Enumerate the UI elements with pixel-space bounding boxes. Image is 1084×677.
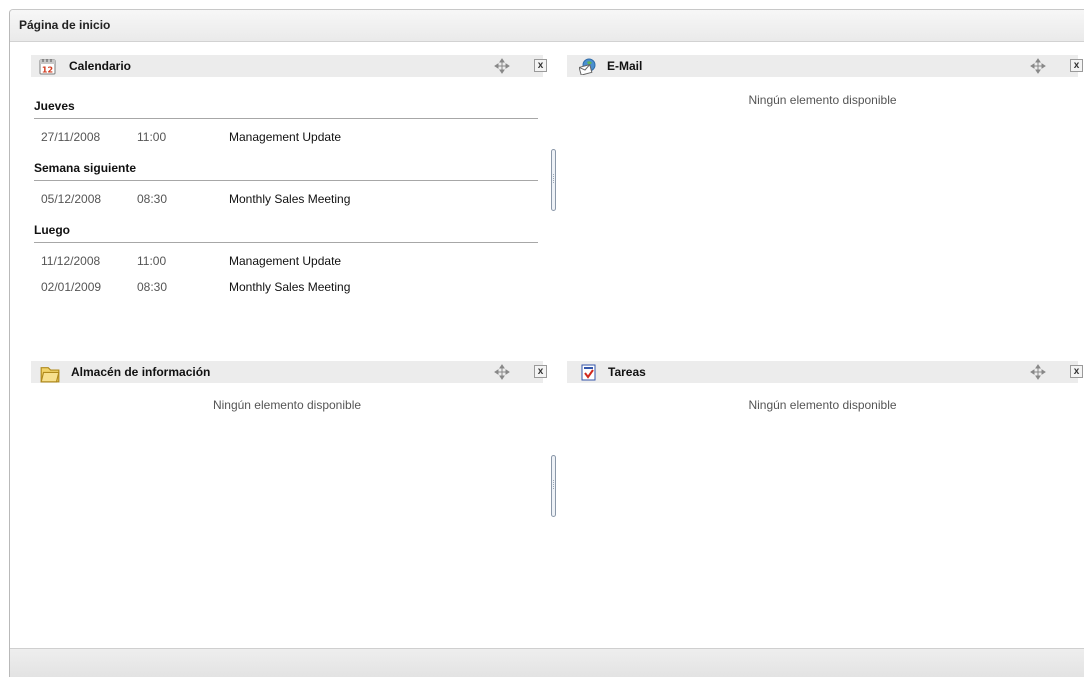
home-page-window: Página de inicio 12 Calendario x Jueves … [9,9,1084,677]
calendar-12-icon: 12 [39,59,56,75]
storage-empty-message: Ningún elemento disponible [212,398,362,412]
column-splitter-handle[interactable] [551,149,556,211]
tasks-close-button[interactable]: x [1070,365,1083,378]
calendar-portlet-header[interactable]: 12 Calendario x [31,55,547,77]
storage-portlet-header[interactable]: Almacén de información x [31,361,547,383]
event-date: 27/11/2008 [41,130,101,144]
event-subject: Management Update [229,254,342,268]
calendar-group-header: Luego [34,223,538,243]
email-envelope-icon [579,58,596,75]
status-bar [10,648,1084,677]
tasks-portlet-header[interactable]: Tareas x [567,361,1083,383]
move-icon[interactable] [494,58,510,74]
move-icon[interactable] [1030,58,1046,74]
storage-close-button[interactable]: x [534,365,547,378]
tasks-portlet: Tareas x Ningún elemento disponible [567,361,1083,641]
calendar-close-button[interactable]: x [534,59,547,72]
task-checklist-icon [581,364,596,381]
tasks-portlet-title: Tareas [608,365,646,379]
event-time: 08:30 [137,192,168,206]
event-subject: Monthly Sales Meeting [229,192,351,206]
email-empty-message: Ningún elemento disponible [748,93,897,107]
column-splitter-handle[interactable] [551,455,556,517]
move-icon[interactable] [1030,364,1046,380]
calendar-group-header: Jueves [34,99,538,119]
tasks-empty-message: Ningún elemento disponible [748,398,897,412]
event-date: 02/01/2009 [41,280,102,294]
email-portlet: E-Mail x Ningún elemento disponible [567,55,1083,335]
calendar-portlet-title: Calendario [69,59,132,73]
move-icon[interactable] [494,364,510,380]
calendar-portlet: 12 Calendario x Jueves 27/11/2008 11:00 … [31,55,547,335]
information-storage-portlet: Almacén de información x Ningún elemento… [31,361,547,641]
event-subject: Monthly Sales Meeting [229,280,351,294]
event-date: 11/12/2008 [41,254,101,268]
calendar-group-header: Semana siguiente [34,161,538,181]
event-time: 11:00 [137,130,167,144]
event-date: 05/12/2008 [41,192,102,206]
email-close-button[interactable]: x [1070,59,1083,72]
storage-portlet-title: Almacén de información [71,365,211,379]
window-titlebar: Página de inicio [10,10,1084,42]
event-subject: Management Update [229,130,342,144]
folder-icon [40,367,60,383]
event-time: 11:00 [137,254,167,268]
page-title: Página de inicio [19,18,111,32]
email-portlet-title: E-Mail [607,59,643,73]
email-portlet-header[interactable]: E-Mail x [567,55,1083,77]
svg-text:12: 12 [42,66,53,75]
event-time: 08:30 [137,280,168,294]
